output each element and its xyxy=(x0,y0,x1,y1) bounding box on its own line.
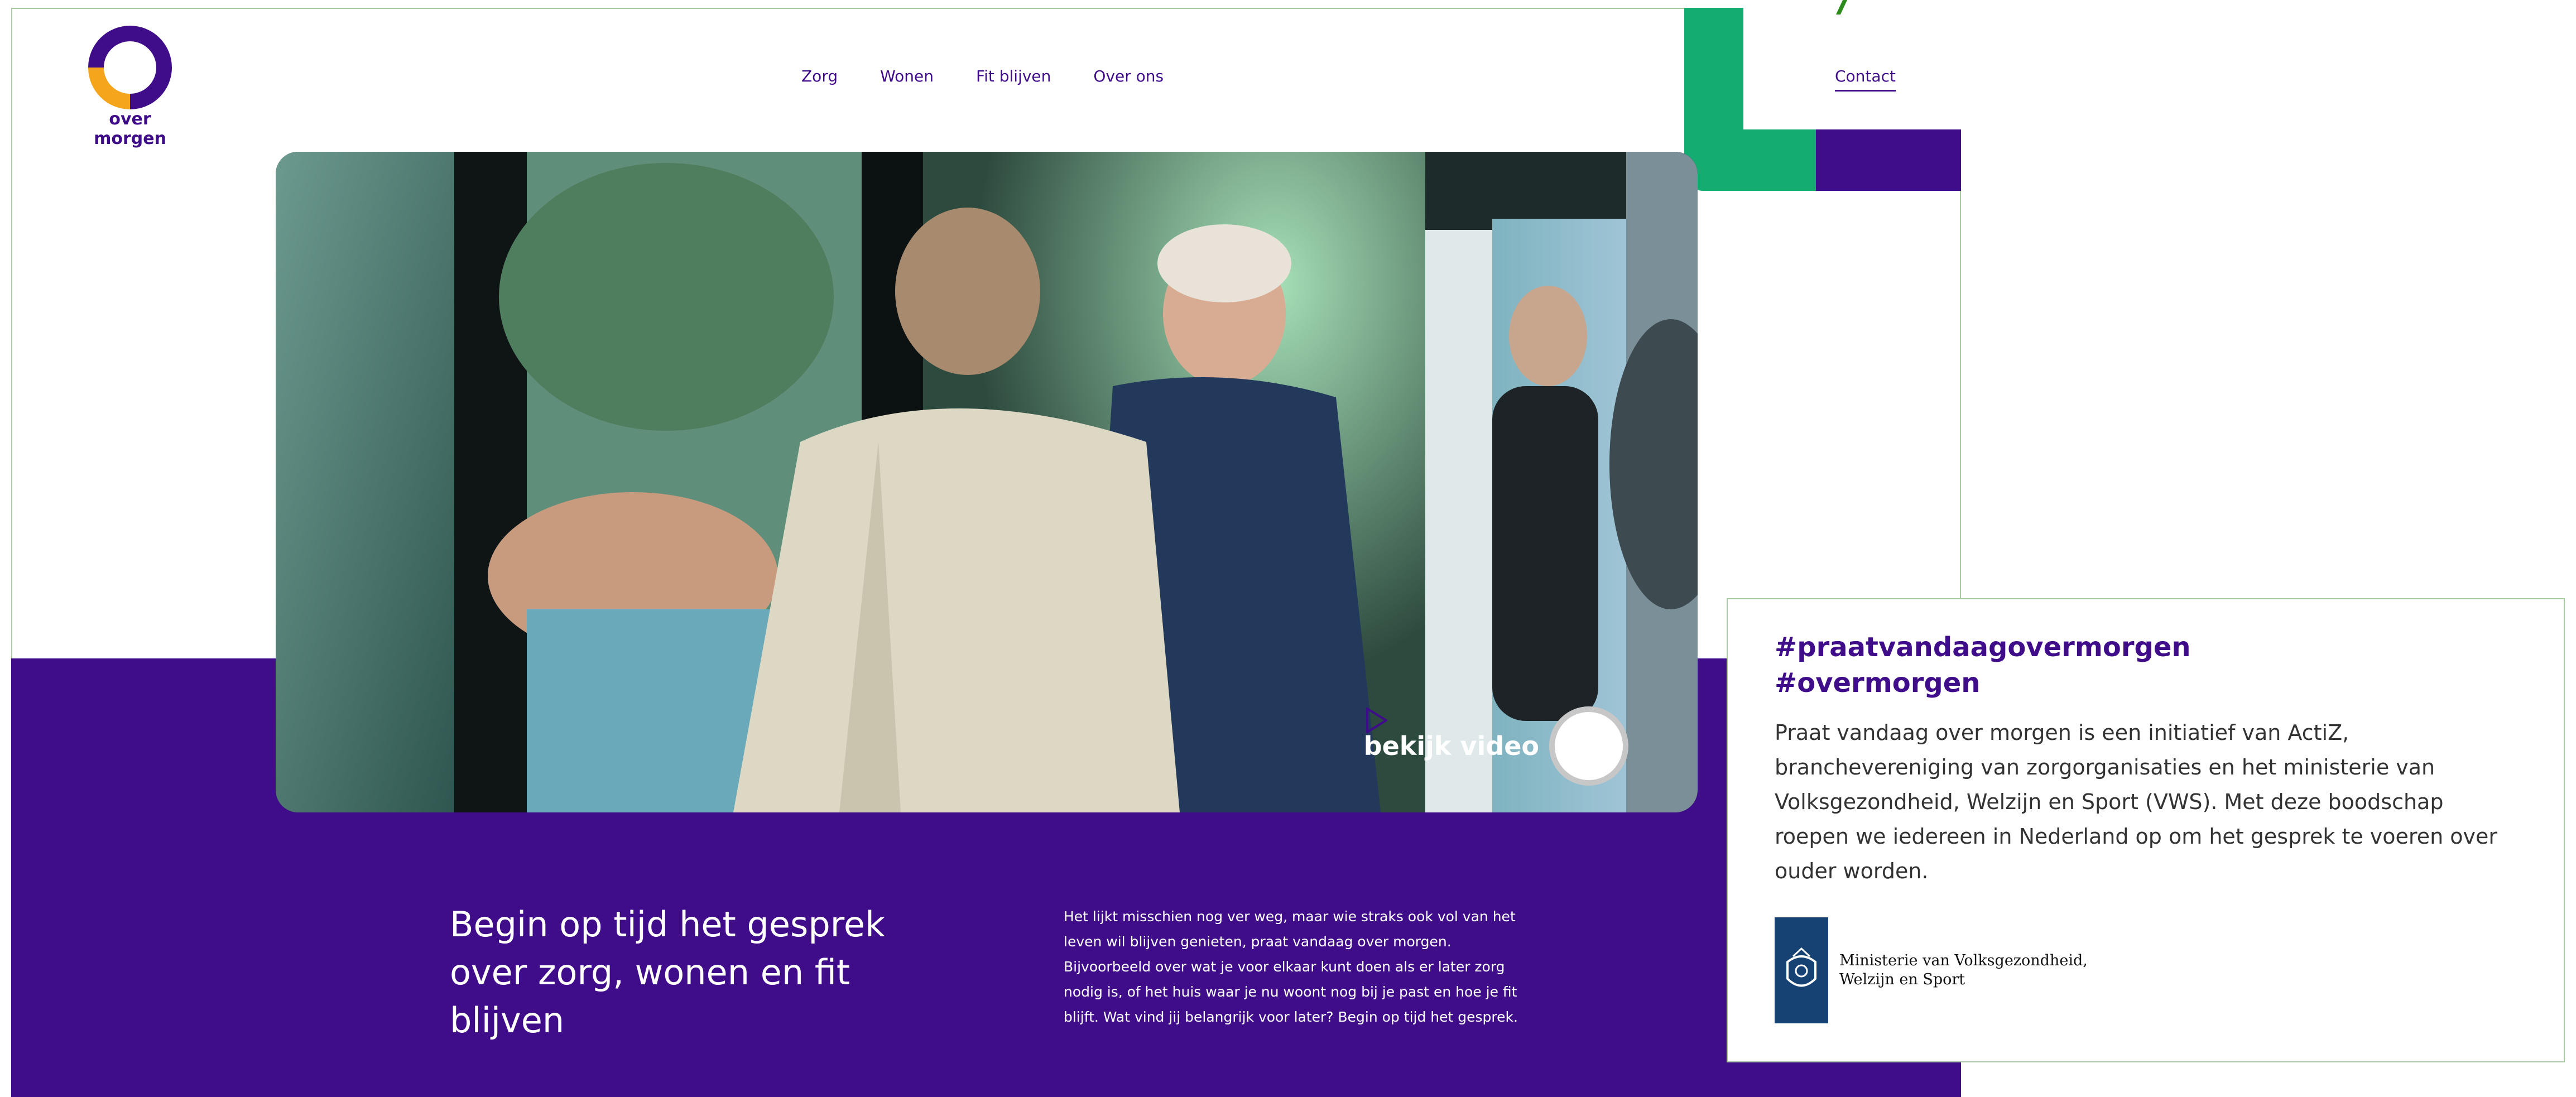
site-logo[interactable]: over morgen xyxy=(71,26,189,148)
play-button[interactable] xyxy=(1366,706,1628,786)
ministry-name: Ministerie van Volksgezondheid, Welzijn … xyxy=(1839,951,2096,989)
hashtag-overmorgen: #overmorgen xyxy=(1775,667,1981,699)
nav-item-over-ons[interactable]: Over ons xyxy=(1093,67,1164,85)
intro-body: Het lijkt misschien nog ver weg, maar wi… xyxy=(1064,908,1518,1025)
headline-line-2: over zorg, wonen en fit blijven xyxy=(450,952,850,1041)
hashtag-praatvandaagovermorgen: #praatvandaagovermorgen xyxy=(1775,632,2191,663)
hero-video[interactable]: bekijk video xyxy=(276,152,1698,812)
logo-ring-icon xyxy=(88,26,172,109)
nav-item-fit-blijven[interactable]: Fit blijven xyxy=(976,67,1051,85)
intro-headline: Begin op tijd het gesprek over zorg, won… xyxy=(450,901,952,1045)
crest-icon xyxy=(1775,917,1828,1023)
ministry-name-line-2: Welzijn en Sport xyxy=(1839,971,1965,988)
corner-purple-block xyxy=(1816,129,1961,191)
contact-link[interactable]: Contact xyxy=(1835,67,1896,92)
contact-corner-decoration xyxy=(1684,8,1961,191)
video-cta-label: bekijk video xyxy=(1363,731,1539,761)
ministry-name-line-1: Ministerie van Volksgezondheid, xyxy=(1839,952,2088,969)
ministry-logo[interactable]: Ministerie van Volksgezondheid, Welzijn … xyxy=(1775,917,2096,1023)
campaign-description: Praat vandaag over morgen is een initiat… xyxy=(1775,720,2497,883)
play-icon xyxy=(1366,708,1387,733)
logo-text: over morgen xyxy=(94,109,166,148)
nav-item-wonen[interactable]: Wonen xyxy=(880,67,934,85)
nav-item-zorg[interactable]: Zorg xyxy=(801,67,838,85)
campaign-info-card: #praatvandaagovermorgen #overmorgen Praa… xyxy=(1727,598,2565,1062)
headline-line-1: Begin op tijd het gesprek xyxy=(450,904,885,945)
main-nav: Zorg Wonen Fit blijven Over ons xyxy=(801,67,1164,85)
video-cta[interactable]: bekijk video xyxy=(1364,706,1628,786)
